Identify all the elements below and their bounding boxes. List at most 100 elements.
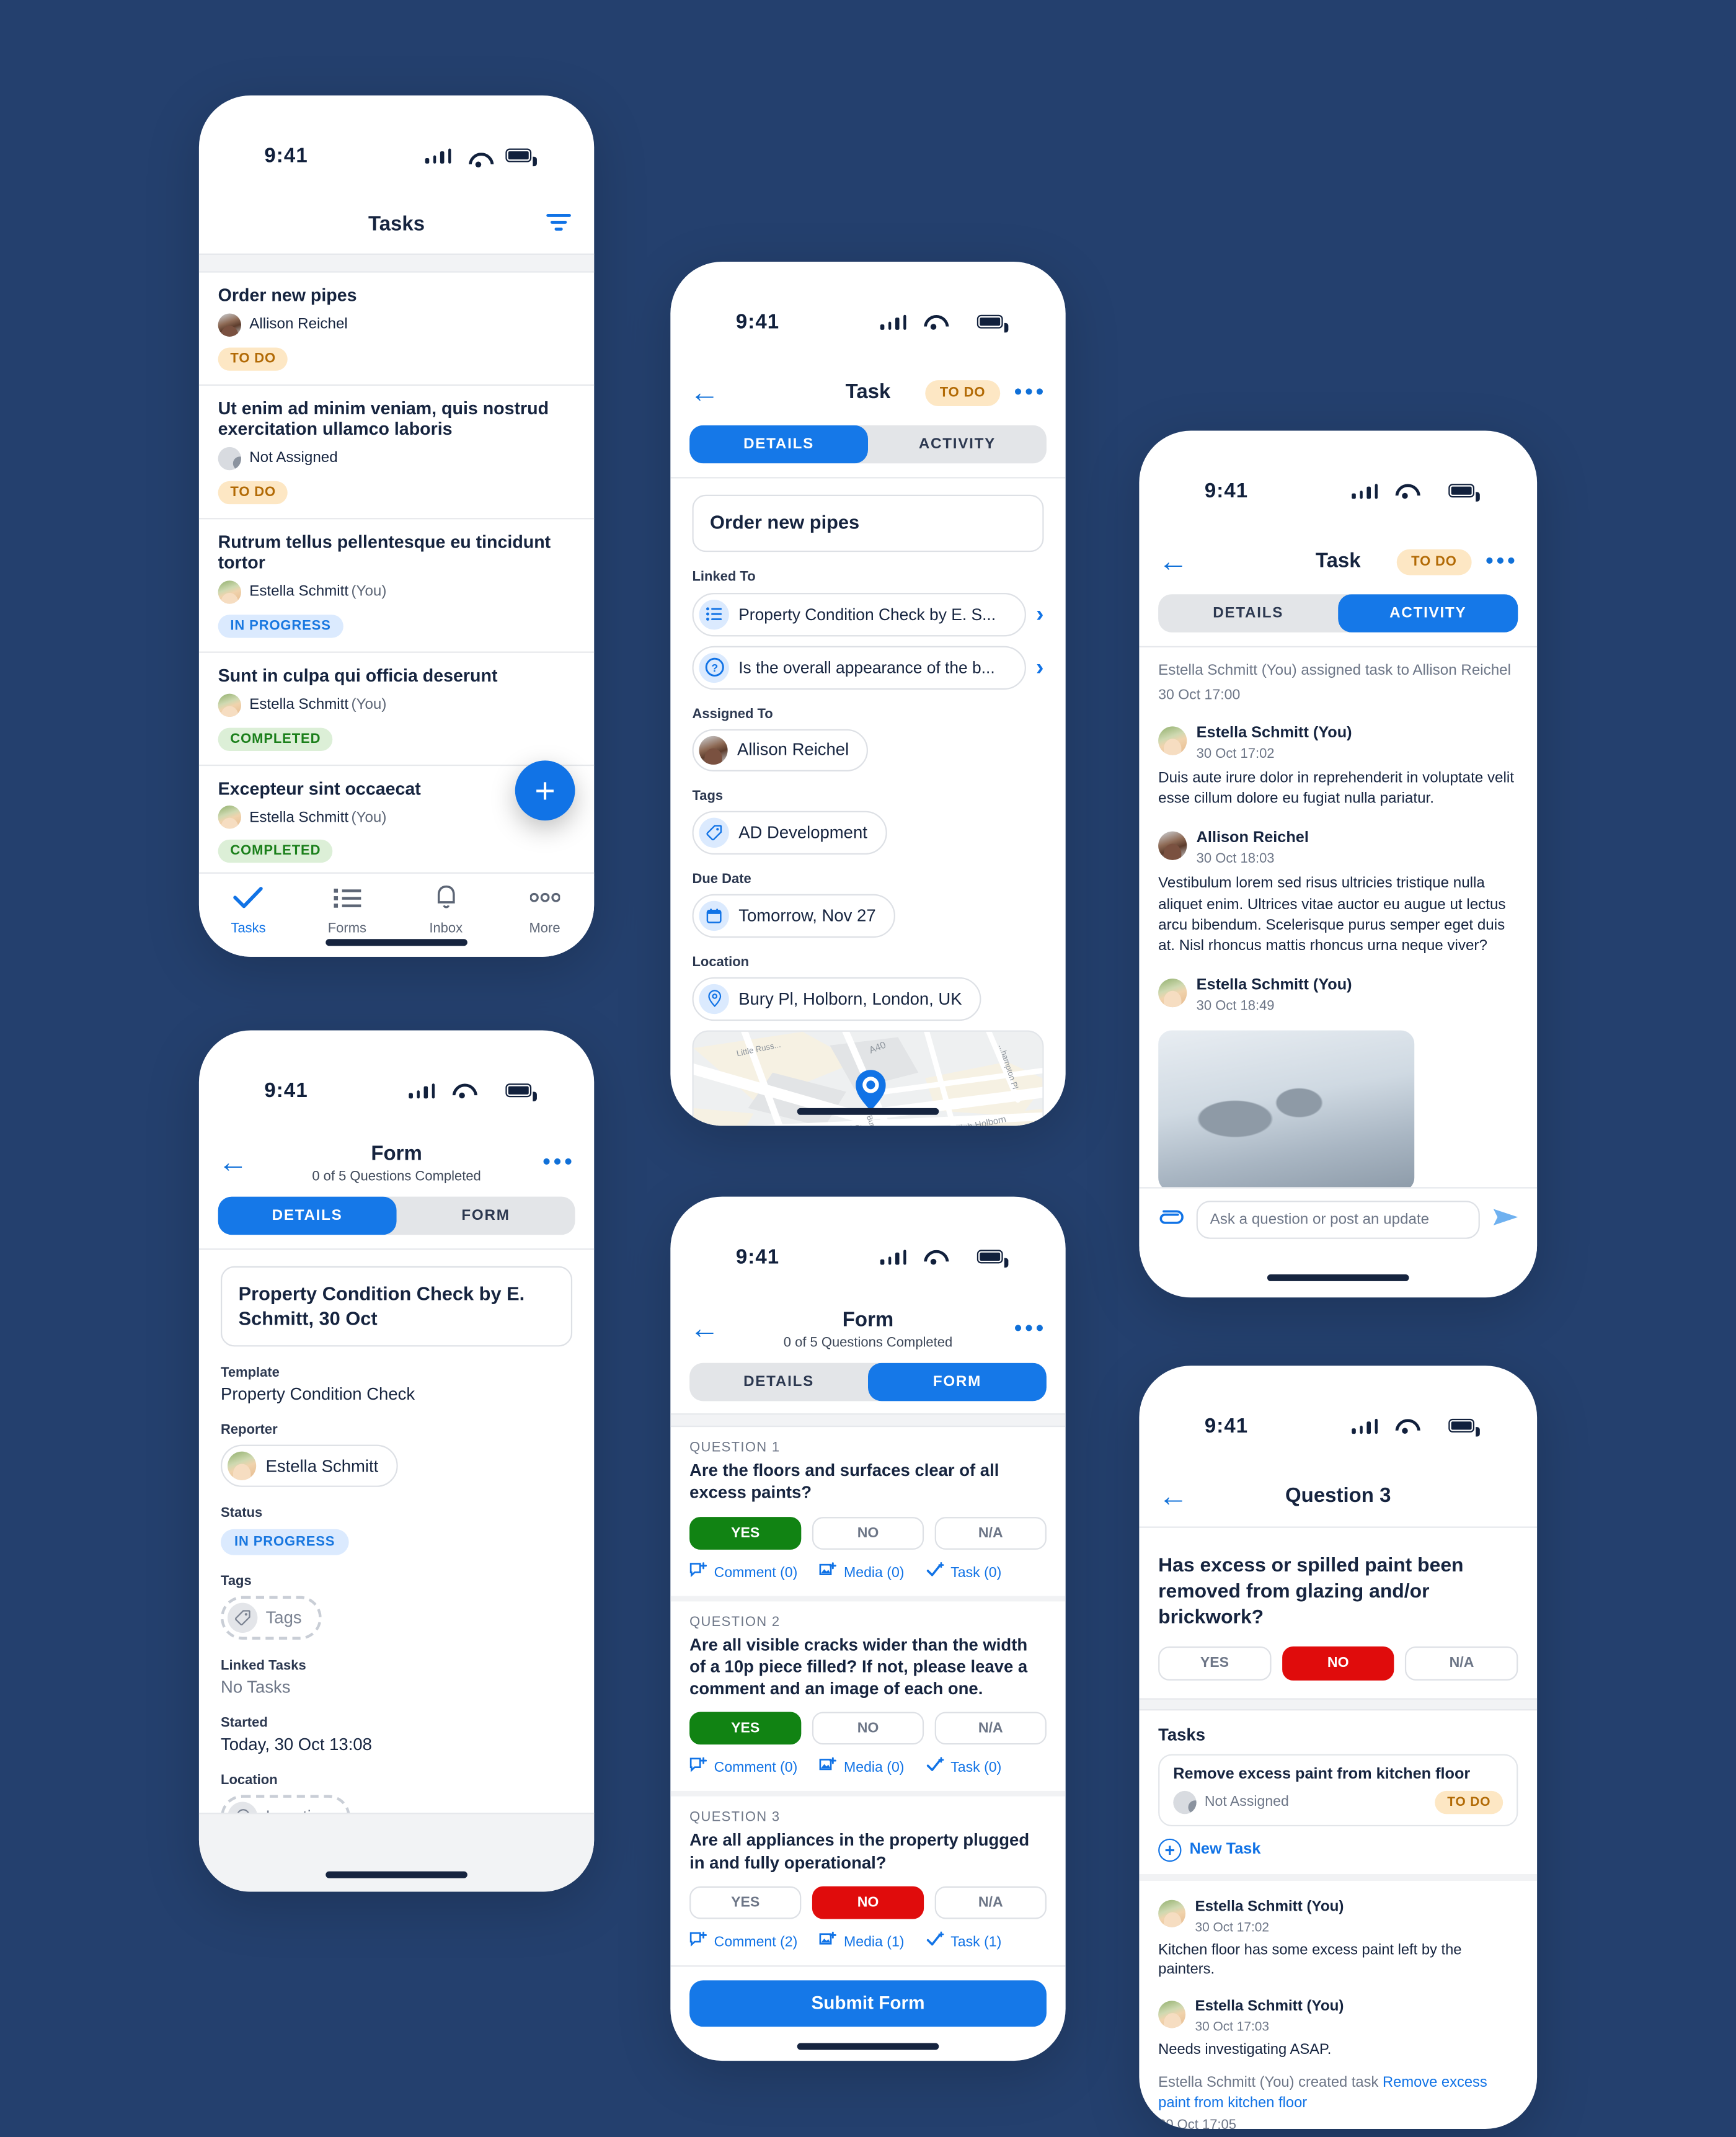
- more-options-icon[interactable]: •••: [1486, 549, 1518, 572]
- location-value: Bury Pl, Holborn, London, UK: [738, 989, 962, 1008]
- add-task-button[interactable]: Task (0): [926, 1561, 1001, 1583]
- tab-form[interactable]: FORM: [397, 1197, 575, 1235]
- template-label: Template: [221, 1366, 280, 1381]
- list-icon: [699, 598, 729, 629]
- status-bar: 9:41: [1139, 1366, 1537, 1467]
- tab-details[interactable]: DETAILS: [689, 1363, 868, 1402]
- battery-icon: [976, 1250, 1009, 1268]
- add-task-button[interactable]: +: [515, 760, 575, 821]
- tab-details[interactable]: DETAILS: [1158, 594, 1338, 633]
- tab-activity[interactable]: ACTIVITY: [868, 425, 1047, 464]
- location-chip[interactable]: Bury Pl, Holborn, London, UK: [692, 976, 981, 1021]
- new-task-button[interactable]: + New Task: [1158, 1837, 1518, 1862]
- answer-yes[interactable]: YES: [1158, 1645, 1271, 1680]
- answer-no[interactable]: NO: [812, 1712, 924, 1745]
- back-button[interactable]: ←: [1158, 1481, 1194, 1511]
- status-time: 9:41: [264, 1078, 308, 1102]
- task-add-icon: [926, 1931, 944, 1953]
- back-button[interactable]: ←: [689, 1313, 725, 1344]
- answer-yes[interactable]: YES: [689, 1712, 802, 1745]
- linked-question-chip[interactable]: ? Is the overall appearance of the b...: [692, 645, 1027, 689]
- add-comment-button[interactable]: Comment (0): [689, 1562, 797, 1583]
- linked-item[interactable]: Property Condition Check by E. S... ›: [692, 592, 1044, 636]
- cellular-signal-icon: [1352, 483, 1378, 499]
- tab-switcher: DETAILS FORM: [218, 1196, 575, 1235]
- tasks-section-title: Tasks: [1158, 1725, 1205, 1744]
- linked-item[interactable]: ? Is the overall appearance of the b... …: [692, 645, 1044, 689]
- status-badge[interactable]: TO DO: [924, 380, 1001, 406]
- task-card[interactable]: Remove excess paint from kitchen floor N…: [1158, 1753, 1518, 1826]
- tab-forms[interactable]: Forms: [298, 884, 396, 936]
- linked-tasks-label: Linked Tasks: [221, 1658, 306, 1674]
- back-button[interactable]: ←: [1158, 546, 1194, 576]
- chevron-right-icon[interactable]: ›: [1036, 654, 1043, 681]
- answer-na[interactable]: N/A: [934, 1516, 1047, 1549]
- answer-no[interactable]: NO: [1282, 1645, 1395, 1680]
- send-icon[interactable]: [1492, 1206, 1520, 1234]
- linked-question-label: Is the overall appearance of the b...: [738, 657, 995, 677]
- battery-icon: [1448, 1418, 1480, 1437]
- more-options-icon[interactable]: •••: [542, 1150, 575, 1173]
- add-task-button[interactable]: Task (1): [926, 1931, 1001, 1953]
- template-value: Property Condition Check: [221, 1384, 415, 1404]
- author-you: (You): [1302, 1998, 1344, 2015]
- back-button[interactable]: ←: [689, 377, 725, 407]
- question-text: Are the floors and surfaces clear of all…: [689, 1461, 999, 1503]
- filter-icon[interactable]: [545, 212, 572, 238]
- add-media-button[interactable]: Media (0): [819, 1757, 905, 1779]
- linked-to-label: Linked To: [692, 569, 756, 584]
- more-options-icon[interactable]: •••: [1014, 1317, 1046, 1340]
- page-subtitle: 0 of 5 Questions Completed: [783, 1335, 953, 1350]
- tab-activity[interactable]: ACTIVITY: [1338, 594, 1518, 633]
- created-event-time: 30 Oct 17:05: [1158, 2118, 1236, 2129]
- table-row[interactable]: Order new pipes Allison Reichel TO DO: [198, 273, 595, 386]
- answer-na[interactable]: N/A: [934, 1712, 1047, 1745]
- add-tag-button[interactable]: Tags: [221, 1596, 322, 1640]
- tab-details[interactable]: DETAILS: [689, 425, 869, 464]
- chevron-right-icon[interactable]: ›: [1036, 600, 1043, 628]
- tab-details[interactable]: DETAILS: [218, 1196, 397, 1235]
- assignee-chip[interactable]: Allison Reichel: [692, 728, 868, 771]
- tab-inbox[interactable]: Inbox: [397, 884, 495, 936]
- table-row[interactable]: Sunt in culpa qui officia deserunt Estel…: [198, 653, 595, 766]
- add-comment-button[interactable]: Comment (0): [689, 1757, 797, 1779]
- tab-label: More: [529, 921, 560, 936]
- add-media-button[interactable]: Media (0): [819, 1562, 905, 1583]
- answer-na[interactable]: N/A: [934, 1886, 1047, 1919]
- reporter-label: Reporter: [221, 1423, 278, 1438]
- answer-no[interactable]: NO: [812, 1516, 924, 1549]
- answer-no[interactable]: NO: [812, 1886, 924, 1919]
- status-badge: TO DO: [218, 347, 288, 370]
- attached-photo[interactable]: [1158, 1030, 1415, 1191]
- status-badge[interactable]: TO DO: [1396, 548, 1472, 575]
- back-button[interactable]: ←: [218, 1147, 254, 1178]
- answer-yes[interactable]: YES: [689, 1516, 802, 1549]
- diagonal-mask: [1608, 0, 1736, 818]
- task-title: Rutrum tellus pellentesque eu tincidunt …: [218, 531, 551, 573]
- task-name-field[interactable]: Order new pipes: [692, 494, 1044, 552]
- tab-more[interactable]: More: [495, 884, 594, 936]
- location-label: Location: [692, 954, 750, 970]
- comment-input[interactable]: Ask a question or post an update: [1196, 1201, 1480, 1239]
- more-options-icon[interactable]: •••: [1014, 380, 1046, 404]
- answer-na[interactable]: N/A: [1405, 1645, 1518, 1680]
- entry-message: Vestibulum lorem sed risus ultricies tri…: [1158, 875, 1506, 954]
- wifi-icon: [924, 314, 943, 330]
- question-number: QUESTION 1: [689, 1441, 781, 1456]
- submit-form-button[interactable]: Submit Form: [689, 1979, 1047, 2027]
- form-name-field[interactable]: Property Condition Check by E. Schmitt, …: [221, 1266, 573, 1347]
- cellular-signal-icon: [880, 314, 906, 329]
- answer-yes[interactable]: YES: [689, 1886, 802, 1919]
- tab-form[interactable]: FORM: [868, 1362, 1047, 1402]
- reporter-chip[interactable]: Estella Schmitt: [221, 1444, 398, 1487]
- due-date-chip[interactable]: Tomorrow, Nov 27: [692, 893, 895, 937]
- tab-tasks[interactable]: Tasks: [199, 884, 298, 936]
- add-task-button[interactable]: Task (0): [926, 1757, 1001, 1779]
- linked-form-chip[interactable]: Property Condition Check by E. S...: [692, 592, 1027, 636]
- table-row[interactable]: Rutrum tellus pellentesque eu tincidunt …: [198, 519, 595, 653]
- paperclip-icon[interactable]: [1157, 1207, 1184, 1233]
- table-row[interactable]: Ut enim ad minim veniam, quis nostrud ex…: [198, 385, 595, 519]
- tag-chip[interactable]: AD Development: [692, 810, 887, 854]
- add-media-button[interactable]: Media (1): [819, 1931, 905, 1953]
- add-comment-button[interactable]: Comment (2): [689, 1931, 797, 1953]
